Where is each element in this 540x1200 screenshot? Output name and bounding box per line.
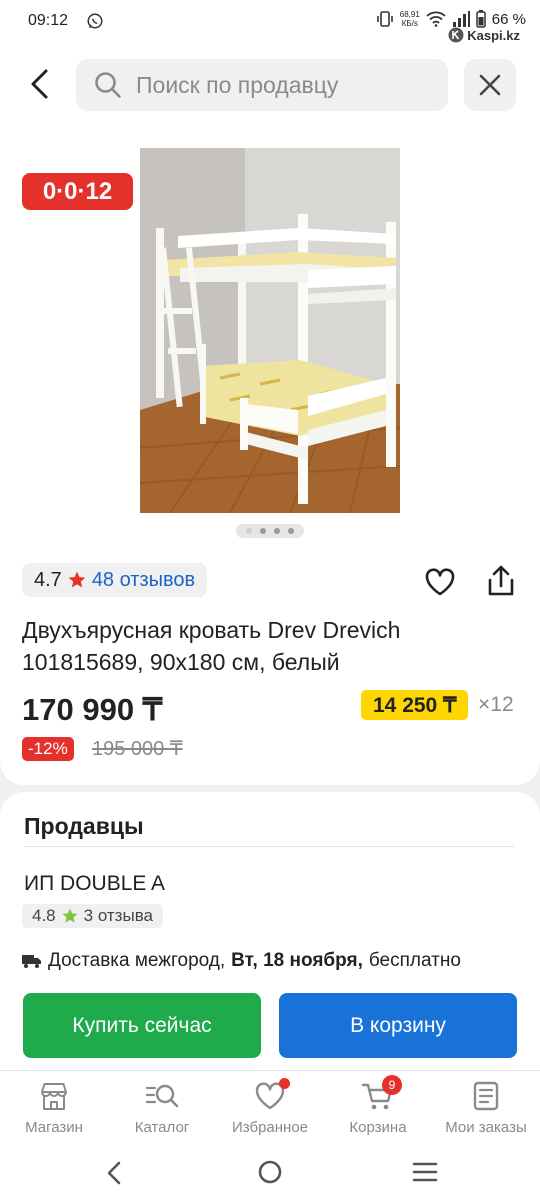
orders-icon	[473, 1081, 499, 1111]
nav-item-catalog[interactable]: Каталог	[108, 1071, 216, 1152]
vibrate-icon	[376, 11, 394, 27]
product-rating[interactable]: 4.7 48 отзывов	[22, 563, 208, 597]
catalog-search-icon	[145, 1084, 179, 1108]
close-search-button[interactable]	[464, 59, 516, 111]
installment-promo-badge: 0·0·12	[22, 173, 133, 210]
sellers-section: Продавцы ИП DOUBLE A 4.8 3 отзыва Достав…	[0, 792, 540, 1072]
old-price: 195 000 ₸	[92, 738, 183, 760]
battery-level: 66 %	[491, 10, 526, 28]
net-speed-value: 68,91	[399, 10, 420, 19]
seller-search-input[interactable]: Поиск по продавцу	[76, 59, 448, 111]
add-to-favorites-button[interactable]	[424, 567, 456, 597]
delivery-cost: бесплатно	[368, 950, 461, 971]
battery-icon	[476, 10, 486, 28]
kaspi-watermark: Kaspi.kz	[448, 27, 520, 43]
search-icon	[95, 72, 121, 98]
chevron-left-icon	[31, 69, 48, 99]
net-speed: 68,91 КБ/s	[400, 10, 420, 28]
system-back-button[interactable]	[104, 1160, 124, 1186]
divider	[24, 846, 514, 847]
delivery-info: Доставка межгород, Вт, 18 ноября, беспла…	[22, 950, 461, 972]
add-to-cart-button[interactable]: В корзину	[279, 993, 517, 1058]
pagination-dot[interactable]	[260, 528, 266, 534]
nav-item-cart[interactable]: 9 Корзина	[324, 1071, 432, 1152]
system-home-icon	[258, 1160, 282, 1184]
nav-label: Корзина	[349, 1119, 407, 1136]
nav-label: Избранное	[231, 1119, 309, 1136]
sellers-heading: Продавцы	[24, 813, 144, 839]
pagination-dot[interactable]	[246, 528, 252, 534]
favorites-notification-dot	[279, 1078, 290, 1089]
system-menu-icon	[412, 1162, 438, 1182]
close-icon	[479, 74, 501, 96]
star-icon	[68, 571, 86, 588]
kaspi-watermark-text: Kaspi.kz	[467, 27, 520, 43]
seller-reviews-count: 3 отзыва	[83, 906, 153, 925]
product-card: 0·0·12 4.7 48 отзывов Двухъярусная крова…	[0, 130, 540, 785]
header: Поиск по продавцу	[0, 44, 540, 130]
nav-item-orders[interactable]: Мои заказы	[432, 1071, 540, 1152]
buy-now-button[interactable]: Купить сейчас	[23, 993, 261, 1058]
system-home-button[interactable]	[257, 1159, 283, 1185]
delivery-text: Доставка межгород,	[48, 950, 226, 971]
status-time: 09:12	[28, 12, 69, 29]
monthly-payment-badge: 14 250 ₸	[361, 690, 469, 720]
product-title: Двухъярусная кровать Drev Drevich 101815…	[22, 617, 401, 675]
nav-item-shop[interactable]: Магазин	[0, 1071, 108, 1152]
net-speed-unit: КБ/s	[401, 19, 418, 28]
shop-icon	[41, 1083, 67, 1110]
product-image[interactable]	[140, 148, 400, 513]
bottom-navigation: Магазин Каталог Избранное 9 Корзина Мои …	[0, 1070, 540, 1152]
seller-rating[interactable]: 4.8 3 отзыва	[22, 904, 163, 928]
pagination-dot[interactable]	[274, 528, 280, 534]
share-button[interactable]	[485, 564, 517, 598]
rating-value: 4.7	[34, 568, 62, 591]
wifi-icon	[426, 11, 446, 27]
signal-icon	[452, 11, 470, 27]
seller-name[interactable]: ИП DOUBLE A	[24, 872, 165, 896]
system-navigation-bar	[0, 1152, 540, 1200]
search-placeholder: Поиск по продавцу	[136, 71, 339, 98]
nav-item-favorites[interactable]: Избранное	[216, 1071, 324, 1152]
status-bar: 09:12 68,91 КБ/s 66 % Kaspi.kz	[0, 0, 540, 44]
installment-months: ×12	[478, 693, 514, 716]
discount-badge: -12%	[22, 737, 74, 761]
pagination-dot[interactable]	[288, 528, 294, 534]
status-indicators: 68,91 КБ/s 66 %	[376, 10, 526, 28]
delivery-date: Вт, 18 ноября,	[231, 950, 363, 971]
cart-count-badge: 9	[382, 1075, 402, 1095]
reviews-link[interactable]: 48 отзывов	[92, 569, 195, 592]
nav-label: Каталог	[134, 1119, 190, 1136]
nav-label: Мои заказы	[445, 1119, 527, 1136]
seller-rating-value: 4.8	[32, 906, 56, 925]
system-recents-button[interactable]	[412, 1161, 438, 1183]
heart-icon	[425, 568, 455, 596]
product-price: 170 990 ₸	[22, 692, 163, 727]
delivery-truck-icon	[22, 955, 41, 968]
nav-label: Магазин	[25, 1119, 83, 1136]
star-icon	[62, 908, 78, 923]
whatsapp-icon	[86, 12, 104, 30]
back-button[interactable]	[24, 66, 60, 102]
kaspi-logo-icon	[448, 27, 464, 43]
image-pagination[interactable]	[236, 524, 304, 538]
share-icon	[488, 565, 514, 596]
system-back-icon	[107, 1161, 121, 1185]
